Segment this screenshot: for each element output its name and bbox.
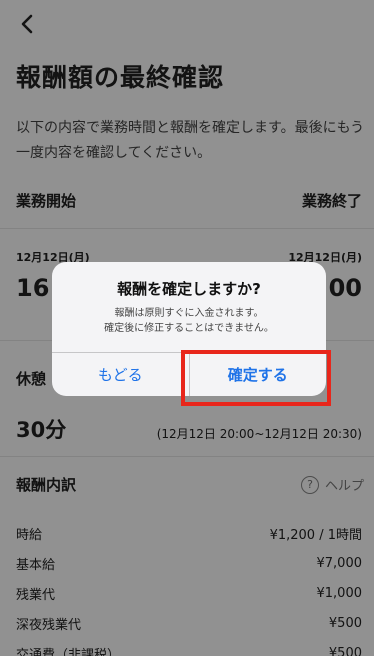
confirm-button-highlight xyxy=(181,350,331,406)
dialog-message-line: 確定後に修正することはできません。 xyxy=(104,323,274,334)
dialog-message: 報酬は原則すぐに入金されます。 確定後に修正することはできません。 xyxy=(62,306,316,336)
dialog-title: 報酬を確定しますか? xyxy=(117,280,261,298)
back-dialog-button[interactable]: もどる xyxy=(52,353,189,396)
dialog-message-line: 報酬は原則すぐに入金されます。 xyxy=(114,308,264,319)
